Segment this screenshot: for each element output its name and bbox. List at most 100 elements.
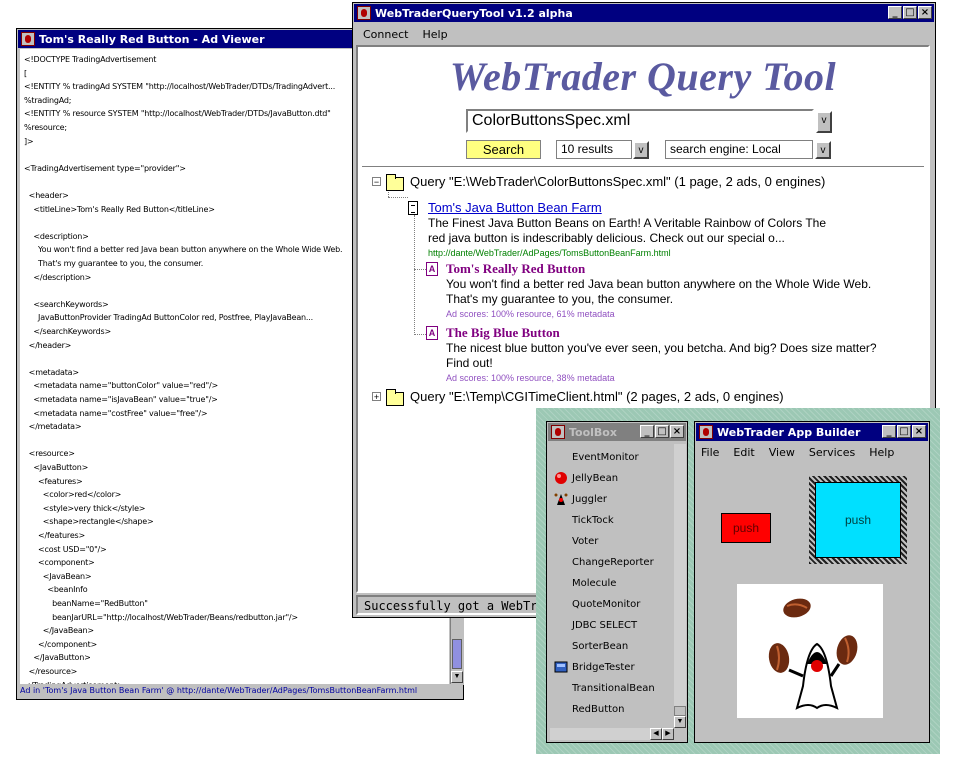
- xml-line: </component>: [24, 639, 98, 649]
- engine-dropdown-arrow-icon[interactable]: v: [815, 141, 831, 159]
- toolbox-item-changereporter[interactable]: ChangeReporter: [550, 553, 674, 574]
- query-node-2[interactable]: Query "E:\Temp\CGITimeClient.html" (2 pa…: [410, 389, 784, 404]
- query-node-1[interactable]: Query "E:\WebTrader\ColorButtonsSpec.xml…: [410, 174, 825, 189]
- ad-title-red[interactable]: Tom's Really Red Button: [446, 261, 585, 277]
- toolbox-horizontal-scrollbar[interactable]: ◀ ▶: [550, 728, 674, 740]
- maximize-icon[interactable]: □: [897, 425, 911, 438]
- results-dropdown-arrow-icon[interactable]: v: [633, 141, 649, 159]
- toolbox-item-juggler[interactable]: Juggler: [550, 490, 674, 511]
- folder-icon: [386, 389, 404, 406]
- menu-help[interactable]: Help: [869, 446, 894, 459]
- page-description: The Finest Java Button Beans on Earth! A…: [428, 216, 827, 245]
- xml-line: That's my guarantee to you, the consumer…: [24, 259, 204, 268]
- query-tool-titlebar[interactable]: WebTraderQueryTool v1.2 alpha _ □ ×: [354, 4, 934, 22]
- expand-icon[interactable]: +: [372, 392, 381, 402]
- query-dropdown-arrow-icon[interactable]: v: [816, 111, 832, 133]
- java-cup-icon: [699, 425, 713, 439]
- red-push-button[interactable]: push: [721, 513, 771, 543]
- toolbox-item-voter[interactable]: Voter: [550, 532, 674, 553]
- menu-view[interactable]: View: [769, 446, 795, 459]
- ad-viewer-status: Ad in 'Tom's Java Button Bean Farm' @ ht…: [18, 684, 462, 698]
- ad-title-blue[interactable]: The Big Blue Button: [446, 325, 560, 341]
- xml-line: <resource>: [24, 449, 75, 459]
- menu-services[interactable]: Services: [809, 446, 855, 459]
- toolbox-item-ticktock[interactable]: TickTock: [550, 511, 674, 532]
- ad-description-red: You won't find a better red Java bean bu…: [446, 277, 872, 306]
- list-item-label: RedButton: [572, 704, 625, 715]
- list-item-label: ChangeReporter: [572, 557, 654, 568]
- xml-line: <!ENTITY % resource SYSTEM "http://local…: [24, 109, 331, 119]
- divider: [362, 166, 924, 168]
- list-item-label: QuoteMonitor: [572, 599, 641, 610]
- xml-line: </header>: [24, 340, 72, 350]
- xml-line: <JavaBean>: [24, 571, 92, 581]
- blue-push-button[interactable]: push: [815, 482, 901, 558]
- xml-line: <shape>rectangle</shape>: [24, 517, 154, 527]
- xml-line: [: [24, 68, 27, 78]
- juggler-bean[interactable]: [737, 584, 883, 718]
- builder-canvas[interactable]: push push: [697, 462, 927, 740]
- toolbox-item-jdbc-select[interactable]: JDBC SELECT: [550, 616, 674, 637]
- duke-juggler-icon: [768, 598, 858, 710]
- toolbox-scroll-thumb[interactable]: [674, 706, 686, 716]
- scroll-left-icon[interactable]: ◀: [650, 728, 662, 740]
- xml-line: %tradingAd;: [24, 95, 72, 105]
- list-item-label: SorterBean: [572, 641, 629, 652]
- toolbox-item-jellybean[interactable]: JellyBean: [550, 469, 674, 490]
- toolbox-item-quotemonitor[interactable]: QuoteMonitor: [550, 595, 674, 616]
- maximize-icon[interactable]: □: [903, 6, 917, 19]
- search-button[interactable]: Search: [466, 140, 541, 159]
- minimize-icon[interactable]: _: [882, 425, 896, 438]
- list-item-label: JellyBean: [572, 473, 619, 484]
- toolbox-titlebar[interactable]: ToolBox _ □ ×: [548, 423, 686, 441]
- scroll-down-icon[interactable]: ▼: [451, 671, 463, 683]
- xml-line: <component>: [24, 558, 95, 568]
- minimize-icon[interactable]: _: [640, 425, 654, 438]
- app-builder-titlebar[interactable]: WebTrader App Builder _ □ ×: [696, 423, 928, 441]
- query-input[interactable]: ColorButtonsSpec.xml: [466, 109, 814, 133]
- toolbox-item-redbutton[interactable]: RedButton: [550, 700, 674, 721]
- selected-bean-frame[interactable]: push: [809, 476, 907, 564]
- menu-file[interactable]: File: [701, 446, 719, 459]
- xml-line: </JavaBean>: [24, 626, 94, 636]
- minimize-icon[interactable]: _: [888, 6, 902, 19]
- xml-line: <metadata name="isJavaBean" value="true"…: [24, 395, 218, 404]
- toolbox-item-molecule[interactable]: Molecule: [550, 574, 674, 595]
- menu-edit[interactable]: Edit: [733, 446, 754, 459]
- scroll-right-icon[interactable]: ▶: [662, 728, 674, 740]
- menu-connect[interactable]: Connect: [363, 28, 408, 41]
- toolbox-vertical-scrollbar[interactable]: ▼: [674, 444, 686, 728]
- list-item-label: TickTock: [572, 515, 614, 526]
- search-engine-select[interactable]: search engine: Local: [665, 140, 813, 159]
- page-link[interactable]: Tom's Java Button Bean Farm: [428, 200, 602, 215]
- toolbox-item-bridgetester[interactable]: BridgeTester: [550, 658, 674, 679]
- xml-line: You won't find a better red Java bean bu…: [24, 245, 343, 255]
- results-count-select[interactable]: 10 results: [556, 140, 632, 159]
- list-item-label: Juggler: [572, 494, 608, 505]
- xml-line: <metadata name="costFree" value="free"/>: [24, 408, 208, 418]
- close-icon[interactable]: ×: [912, 425, 926, 438]
- toolbox-item-transitionalbean[interactable]: TransitionalBean: [550, 679, 674, 700]
- maximize-icon[interactable]: □: [655, 425, 669, 438]
- xml-line: <TradingAdvertisement type="provider">: [24, 163, 186, 173]
- list-item-label: Voter: [572, 536, 599, 547]
- menu-help[interactable]: Help: [422, 28, 447, 41]
- close-icon[interactable]: ×: [918, 6, 932, 19]
- xml-line: </description>: [24, 272, 92, 282]
- close-icon[interactable]: ×: [670, 425, 684, 438]
- xml-line: <JavaButton>: [24, 463, 89, 472]
- page-url[interactable]: http://dante/WebTrader/AdPages/TomsButto…: [428, 248, 671, 258]
- bridge-icon: [554, 661, 568, 673]
- collapse-icon[interactable]: −: [372, 177, 381, 187]
- list-item-label: JDBC SELECT: [572, 620, 638, 631]
- scroll-down-icon[interactable]: ▼: [674, 716, 686, 728]
- ad-viewer-scroll-thumb[interactable]: [452, 639, 462, 669]
- tree-connector: [414, 269, 426, 270]
- xml-line: <style>very thick</style>: [24, 503, 146, 513]
- toolbox-item-eventmonitor[interactable]: EventMonitor: [550, 448, 674, 469]
- toolbox-item-sorterbean[interactable]: SorterBean: [550, 637, 674, 658]
- xml-line: </features>: [24, 531, 86, 540]
- jellybean-icon: [555, 472, 567, 484]
- page-title: WebTrader Query Tool: [449, 54, 837, 99]
- xml-line: <cost USD="0"/>: [24, 544, 107, 554]
